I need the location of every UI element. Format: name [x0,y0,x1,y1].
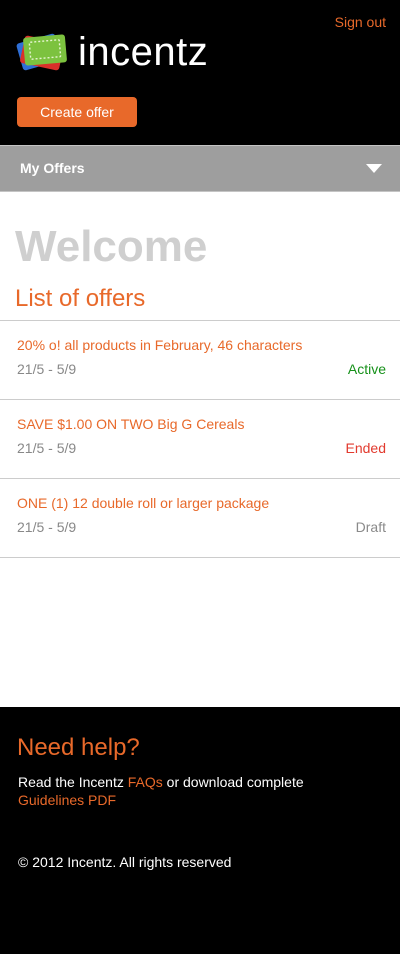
need-help-heading: Need help? [17,734,140,761]
logo: incentz [16,28,208,76]
sign-out-link[interactable]: Sign out [335,14,386,30]
app-header: Sign out incentz Create offer [0,0,400,145]
offer-dates: 21/5 - 5/9 [17,519,77,535]
help-text: Read the Incentz FAQs or download comple… [18,773,388,809]
copyright: © 2012 Incentz. All rights reserved [18,854,232,870]
ticket-logo-icon [16,33,67,71]
offer-title[interactable]: ONE (1) 12 double roll or larger package [17,495,269,511]
offer-dates: 21/5 - 5/9 [17,361,77,377]
logo-text: incentz [78,30,209,74]
offer-item[interactable]: ONE (1) 12 double roll or larger package… [0,479,400,558]
offer-status: Ended [345,440,386,456]
faqs-link[interactable]: FAQs [128,774,163,790]
create-offer-button[interactable]: Create offer [17,97,137,127]
offer-status: Draft [355,519,386,535]
app-footer: Need help? Read the Incentz FAQs or down… [0,707,400,954]
list-of-offers-heading: List of offers [15,285,146,312]
offer-status: Active [347,361,386,377]
guidelines-pdf-link[interactable]: Guidelines PDF [18,792,116,808]
help-text-middle: or download complete [162,774,304,790]
offer-title[interactable]: 20% o! all products in February, 46 char… [17,337,302,353]
my-offers-dropdown[interactable]: My Offers [0,145,400,192]
offers-list: 20% o! all products in February, 46 char… [0,320,400,558]
offer-item[interactable]: 20% o! all products in February, 46 char… [0,321,400,400]
welcome-heading: Welcome [15,222,208,271]
offer-dates: 21/5 - 5/9 [17,440,77,456]
offer-item[interactable]: SAVE $1.00 ON TWO Big G Cereals 21/5 - 5… [0,400,400,479]
offer-title[interactable]: SAVE $1.00 ON TWO Big G Cereals [17,416,244,432]
help-text-before: Read the Incentz [18,774,128,790]
main-content: Welcome List of offers 20% o! all produc… [0,192,400,707]
my-offers-label: My Offers [20,160,85,176]
caret-down-icon[interactable] [366,164,382,173]
